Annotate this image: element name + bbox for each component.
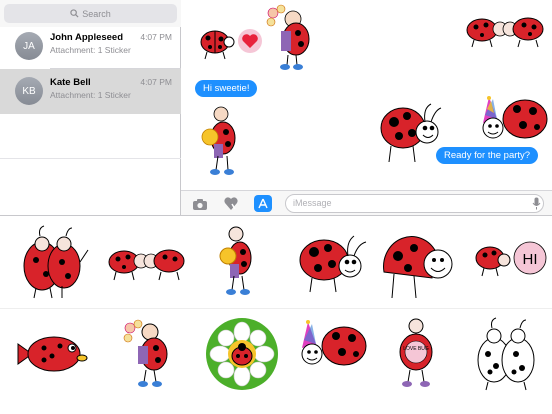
microphone-button[interactable]	[532, 197, 541, 215]
search-bar: Search	[0, 0, 181, 27]
timestamp: 4:07 PM	[140, 77, 172, 87]
app-store-icon	[258, 198, 268, 208]
message-bubble-sent[interactable]: Ready for the party?	[436, 147, 539, 164]
contact-name: John Appleseed	[50, 32, 124, 43]
message-preview: Attachment: 1 Sticker	[50, 90, 131, 100]
composer-bar: iMessage	[181, 190, 552, 215]
sticker-ladybug-party-hat[interactable]	[294, 314, 374, 394]
sticker-ladybug-big-smile[interactable]	[378, 222, 458, 302]
sticker-ladybug-in-flower[interactable]	[202, 314, 282, 394]
received-sticker-ladybug-flowers[interactable]	[263, 3, 313, 73]
received-sticker-ladybug-yellow-flower[interactable]	[201, 104, 241, 178]
chat-transcript: Hi sweetie! Ready for the party?	[181, 0, 552, 190]
sticker-dalmatian-ladybugs[interactable]	[466, 314, 546, 394]
app-store-button[interactable]	[254, 195, 272, 212]
sent-sticker-ladybug-party-hat[interactable]	[475, 95, 551, 147]
message-input-placeholder: iMessage	[293, 198, 332, 208]
sticker-ladybug-bouquet[interactable]	[110, 314, 190, 394]
heart-touch-icon	[224, 197, 238, 210]
conversation-row-kate[interactable]: KB Kate Bell 4:07 PM Attachment: 1 Stick…	[0, 69, 181, 114]
sticker-love-bug-text: LOVE BUG	[403, 346, 429, 352]
sticker-ladybug-pair-hug[interactable]	[14, 222, 94, 302]
messages-app: Search JA John Appleseed 4:07 PM Attachm…	[0, 0, 552, 414]
avatar: JA	[15, 32, 43, 60]
message-bubble-received[interactable]: Hi sweetie!	[195, 80, 258, 97]
search-input[interactable]: Search	[4, 4, 177, 23]
sticker-hi-text: HI	[523, 251, 538, 268]
list-separator	[0, 158, 181, 159]
sticker-ladybug-hi[interactable]: HI	[470, 222, 550, 302]
drawer-row-divider	[0, 308, 552, 309]
sticker-ladybug-flowers[interactable]	[200, 222, 280, 302]
avatar: KB	[15, 77, 43, 105]
contact-name: Kate Bell	[50, 77, 91, 88]
conversation-list: Search JA John Appleseed 4:07 PM Attachm…	[0, 0, 181, 215]
sticker-ladybug-love-bug[interactable]: LOVE BUG	[376, 314, 456, 394]
sticker-ladybugs-kissing[interactable]	[106, 222, 186, 302]
digital-touch-button[interactable]	[222, 195, 240, 212]
microphone-icon	[532, 197, 541, 210]
message-preview: Attachment: 1 Sticker	[50, 45, 131, 55]
sticker-ladybug-smile[interactable]	[294, 222, 374, 302]
message-input[interactable]: iMessage	[285, 194, 544, 213]
search-placeholder: Search	[82, 8, 111, 19]
timestamp: 4:07 PM	[140, 32, 172, 42]
camera-icon	[193, 198, 207, 210]
conversation-row-john[interactable]: JA John Appleseed 4:07 PM Attachment: 1 …	[0, 24, 181, 69]
sticker-drawer: HI LOVE BUG	[0, 215, 552, 414]
camera-button[interactable]	[191, 195, 209, 212]
received-sticker-ladybugs-kissing[interactable]	[464, 12, 546, 48]
received-sticker-ladybug-heart[interactable]	[193, 22, 267, 60]
search-icon	[70, 9, 79, 18]
sticker-fish[interactable]	[14, 314, 94, 394]
